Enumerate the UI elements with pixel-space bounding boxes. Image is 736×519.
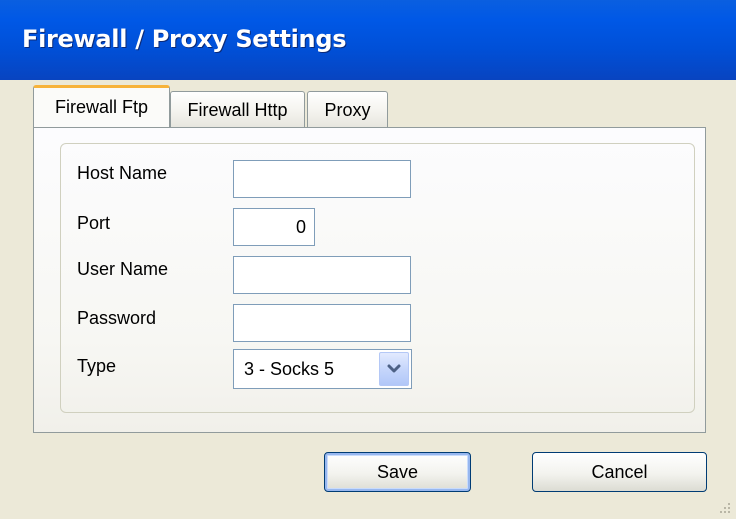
window-title: Firewall / Proxy Settings bbox=[22, 25, 347, 53]
tab-label: Firewall Http bbox=[187, 99, 288, 120]
host-name-input[interactable] bbox=[233, 160, 411, 198]
port-label: Port bbox=[77, 213, 111, 233]
tab-label: Firewall Ftp bbox=[54, 97, 148, 117]
type-select-value: 3 - Socks 5 bbox=[244, 359, 335, 379]
chevron-down-icon bbox=[387, 364, 401, 373]
port-input[interactable] bbox=[233, 208, 315, 246]
password-input[interactable] bbox=[233, 304, 411, 342]
host-name-label: Host Name bbox=[77, 163, 168, 183]
password-label: Password bbox=[77, 308, 157, 328]
tab-label: Proxy bbox=[324, 99, 371, 120]
tab-proxy[interactable]: Proxy bbox=[307, 91, 388, 128]
resize-grip-icon[interactable] bbox=[716, 499, 732, 515]
tab-firewall-ftp[interactable]: Firewall Ftp bbox=[33, 85, 170, 127]
title-bar[interactable]: Firewall / Proxy Settings bbox=[0, 0, 736, 80]
type-select[interactable]: 3 - Socks 5 bbox=[233, 349, 412, 389]
dropdown-button[interactable] bbox=[379, 352, 409, 386]
tab-firewall-http[interactable]: Firewall Http bbox=[170, 91, 305, 128]
user-name-label: User Name bbox=[77, 259, 169, 279]
type-label: Type bbox=[77, 356, 117, 376]
user-name-input[interactable] bbox=[233, 256, 411, 294]
cancel-button[interactable]: Cancel bbox=[532, 452, 707, 492]
save-button[interactable]: Save bbox=[324, 452, 471, 492]
